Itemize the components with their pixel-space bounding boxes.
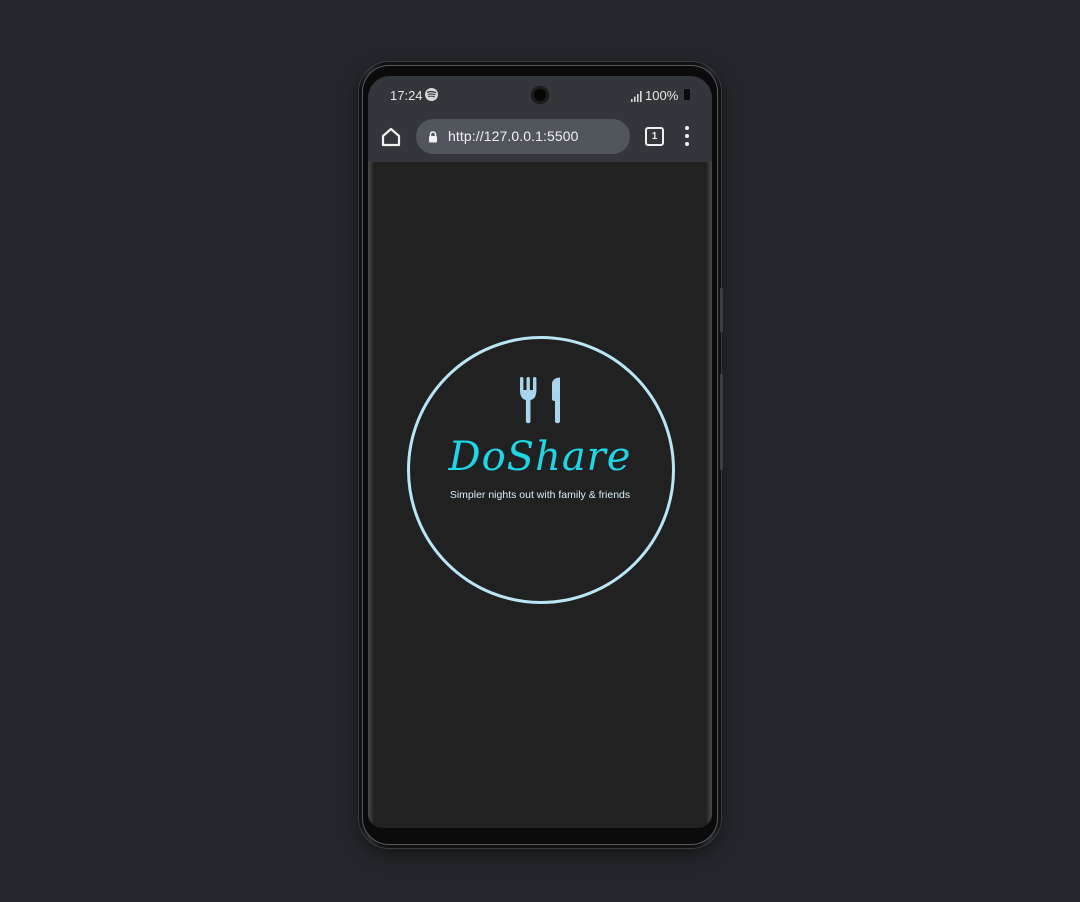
web-page: DoShare Simpler nights out with family &… — [368, 162, 712, 828]
screen-edge-highlight — [368, 162, 374, 828]
spotify-icon — [425, 88, 438, 101]
stage-background: 17:24 100% http://127.0.0.1:5500 1 DoSha… — [0, 0, 1080, 902]
signal-icon — [631, 89, 642, 107]
browser-toolbar: http://127.0.0.1:5500 1 — [368, 114, 712, 162]
browser-chrome: 17:24 100% http://127.0.0.1:5500 1 — [368, 76, 712, 162]
more-vert-icon[interactable] — [681, 126, 693, 148]
url-text: http://127.0.0.1:5500 — [448, 128, 579, 144]
lock-icon — [428, 130, 438, 148]
battery-icon — [684, 89, 690, 100]
tabs-icon[interactable]: 1 — [645, 127, 664, 146]
tagline: Simpler nights out with family & friends — [449, 489, 631, 501]
front-camera — [531, 86, 549, 104]
home-icon[interactable] — [380, 126, 402, 148]
status-time: 17:24 — [390, 88, 423, 103]
screen-edge-highlight — [706, 162, 712, 828]
battery-percentage: 100% — [645, 88, 679, 103]
status-bar: 17:24 100% — [368, 76, 712, 114]
volume-button — [720, 288, 723, 332]
cutlery-icon — [519, 377, 563, 430]
power-button — [720, 374, 723, 470]
url-bar[interactable]: http://127.0.0.1:5500 — [416, 119, 630, 154]
phone-screen: 17:24 100% http://127.0.0.1:5500 1 DoSha… — [368, 76, 712, 828]
brand-name: DoShare — [448, 434, 632, 480]
